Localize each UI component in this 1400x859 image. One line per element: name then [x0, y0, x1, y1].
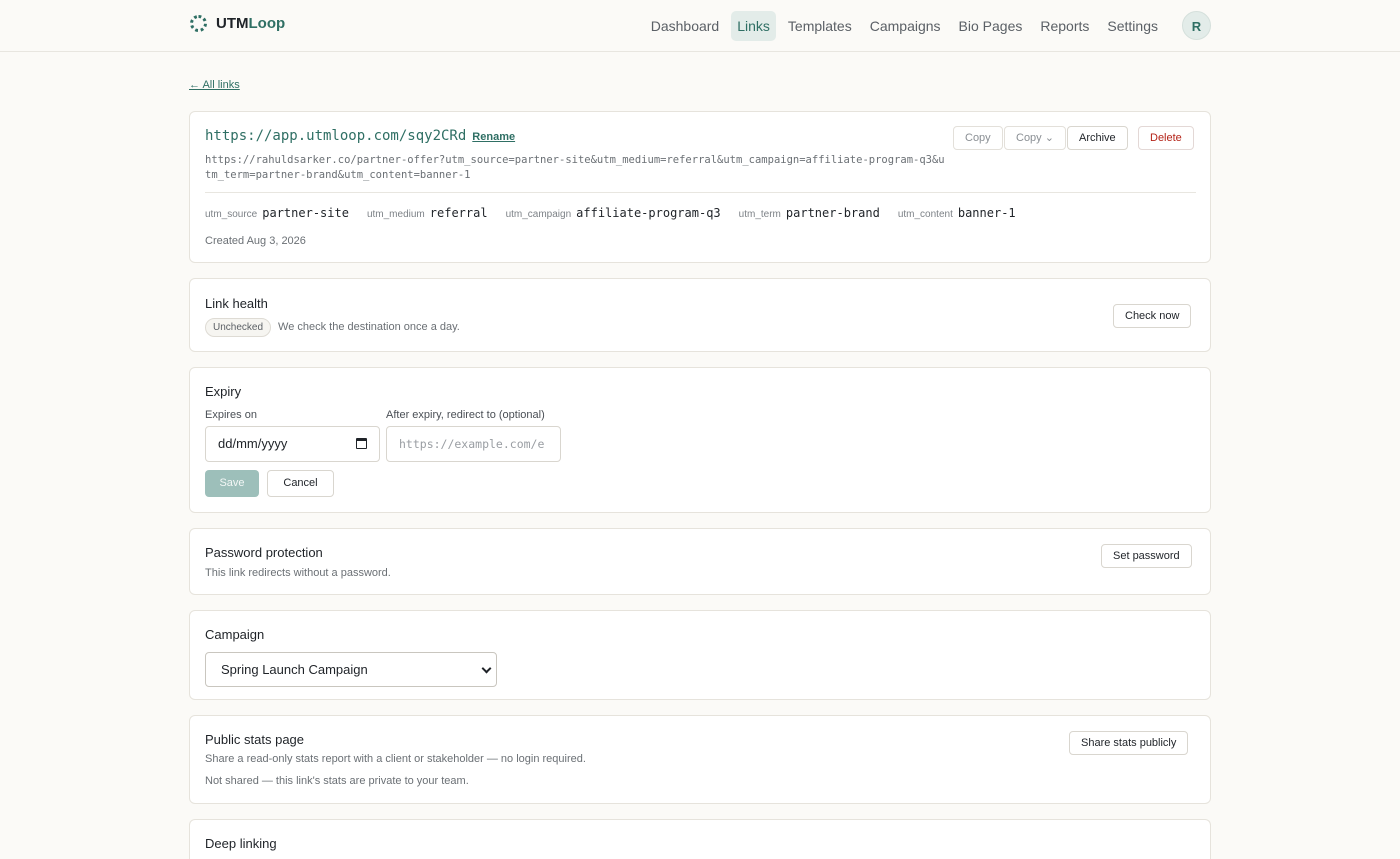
- param-campaign: utm_campaign affiliate-program-q3: [505, 206, 721, 220]
- loop-logo-icon: [190, 15, 207, 32]
- expiry-date-input[interactable]: dd/mm/yyyy: [205, 426, 380, 462]
- campaign-title: Campaign: [205, 627, 265, 642]
- link-health-note: We check the destination once a day.: [278, 321, 460, 333]
- nav-templates[interactable]: Templates: [782, 11, 858, 41]
- public-stats-title: Public stats page: [205, 732, 305, 747]
- expiry-card: Expiry Expires on After expiry, redirect…: [189, 367, 1211, 513]
- utm-params: utm_source partner-site utm_medium referra…: [205, 205, 1016, 220]
- app-name: UTMLoop: [216, 15, 286, 32]
- status-badge: Unchecked: [205, 318, 272, 337]
- campaign-selected-value: Spring Launch Campaign: [221, 662, 368, 677]
- short-url-text: https://app.utmloop.com/sqy2CRd: [205, 128, 467, 144]
- copy-menu-button[interactable]: Copy ⌄: [1004, 126, 1066, 150]
- param-source: utm_source partner-site: [205, 206, 349, 220]
- rename-link[interactable]: Rename: [472, 131, 515, 143]
- set-password-button[interactable]: Set password: [1101, 544, 1192, 568]
- app-logo[interactable]: UTMLoop: [190, 15, 285, 32]
- created-date: Created Aug 3, 2026: [205, 235, 306, 247]
- deep-linking-title: Deep linking: [205, 836, 277, 851]
- password-title: Password protection: [205, 545, 323, 560]
- link-health-title: Link health: [205, 296, 268, 311]
- campaign-select[interactable]: Spring Launch Campaign: [205, 652, 497, 687]
- param-content: utm_content banner-1: [897, 206, 1016, 220]
- cancel-button[interactable]: Cancel: [267, 470, 334, 497]
- link-health-status: Unchecked We check the destination once a…: [205, 318, 460, 337]
- save-button[interactable]: Save: [205, 470, 259, 497]
- nav-dashboard[interactable]: Dashboard: [645, 11, 726, 41]
- password-card: Password protection This link redirects …: [189, 528, 1211, 595]
- short-url: https://app.utmloop.com/sqy2CRd Rename: [205, 128, 515, 144]
- nav-reports[interactable]: Reports: [1034, 11, 1095, 41]
- chevron-down-icon: [481, 663, 492, 674]
- expiry-date-value: dd/mm/yyyy: [218, 436, 288, 451]
- link-health-card: Link health Unchecked We check the destin…: [189, 278, 1211, 352]
- nav-campaigns[interactable]: Campaigns: [864, 11, 947, 41]
- redirect-url-input[interactable]: https://example.com/e: [386, 426, 561, 462]
- expiry-title: Expiry: [205, 384, 242, 399]
- param-medium: utm_medium referral: [366, 206, 488, 220]
- nav-links[interactable]: Links: [731, 11, 776, 41]
- archive-button[interactable]: Archive: [1067, 126, 1128, 150]
- campaign-card: Campaign Spring Launch Campaign: [189, 610, 1211, 700]
- nav-settings[interactable]: Settings: [1101, 11, 1164, 41]
- top-bar: UTMLoop Dashboard Links Templates Campai…: [0, 0, 1400, 52]
- expires-on-label: Expires on: [205, 409, 257, 421]
- share-stats-button[interactable]: Share stats publicly: [1069, 731, 1189, 755]
- redirect-label: After expiry, redirect to (optional): [386, 409, 545, 421]
- param-term: utm_term partner-brand: [738, 206, 880, 220]
- nav-bio-pages[interactable]: Bio Pages: [953, 11, 1029, 41]
- public-stats-card: Public stats page Share a read-only stat…: [189, 715, 1211, 804]
- calendar-icon[interactable]: [356, 438, 367, 449]
- destination-url: https://rahuldsarker.co/partner-offer?ut…: [205, 154, 945, 181]
- password-note: This link redirects without a password.: [205, 567, 391, 579]
- copy-button[interactable]: Copy: [953, 126, 1003, 150]
- user-avatar[interactable]: R: [1182, 11, 1211, 40]
- check-now-button[interactable]: Check now: [1113, 304, 1192, 328]
- divider: [205, 192, 1196, 193]
- delete-button[interactable]: Delete: [1138, 126, 1194, 150]
- deep-linking-card: Deep linking: [189, 819, 1211, 859]
- public-stats-description: Share a read-only stats report with a cl…: [205, 753, 586, 765]
- public-stats-status: Not shared — this link's stats are priva…: [205, 775, 469, 787]
- link-summary-card: https://app.utmloop.com/sqy2CRd Rename Co…: [189, 111, 1211, 263]
- main-nav: Dashboard Links Templates Campaigns Bio …: [645, 11, 1164, 41]
- back-to-all-links[interactable]: ← All links: [189, 79, 240, 91]
